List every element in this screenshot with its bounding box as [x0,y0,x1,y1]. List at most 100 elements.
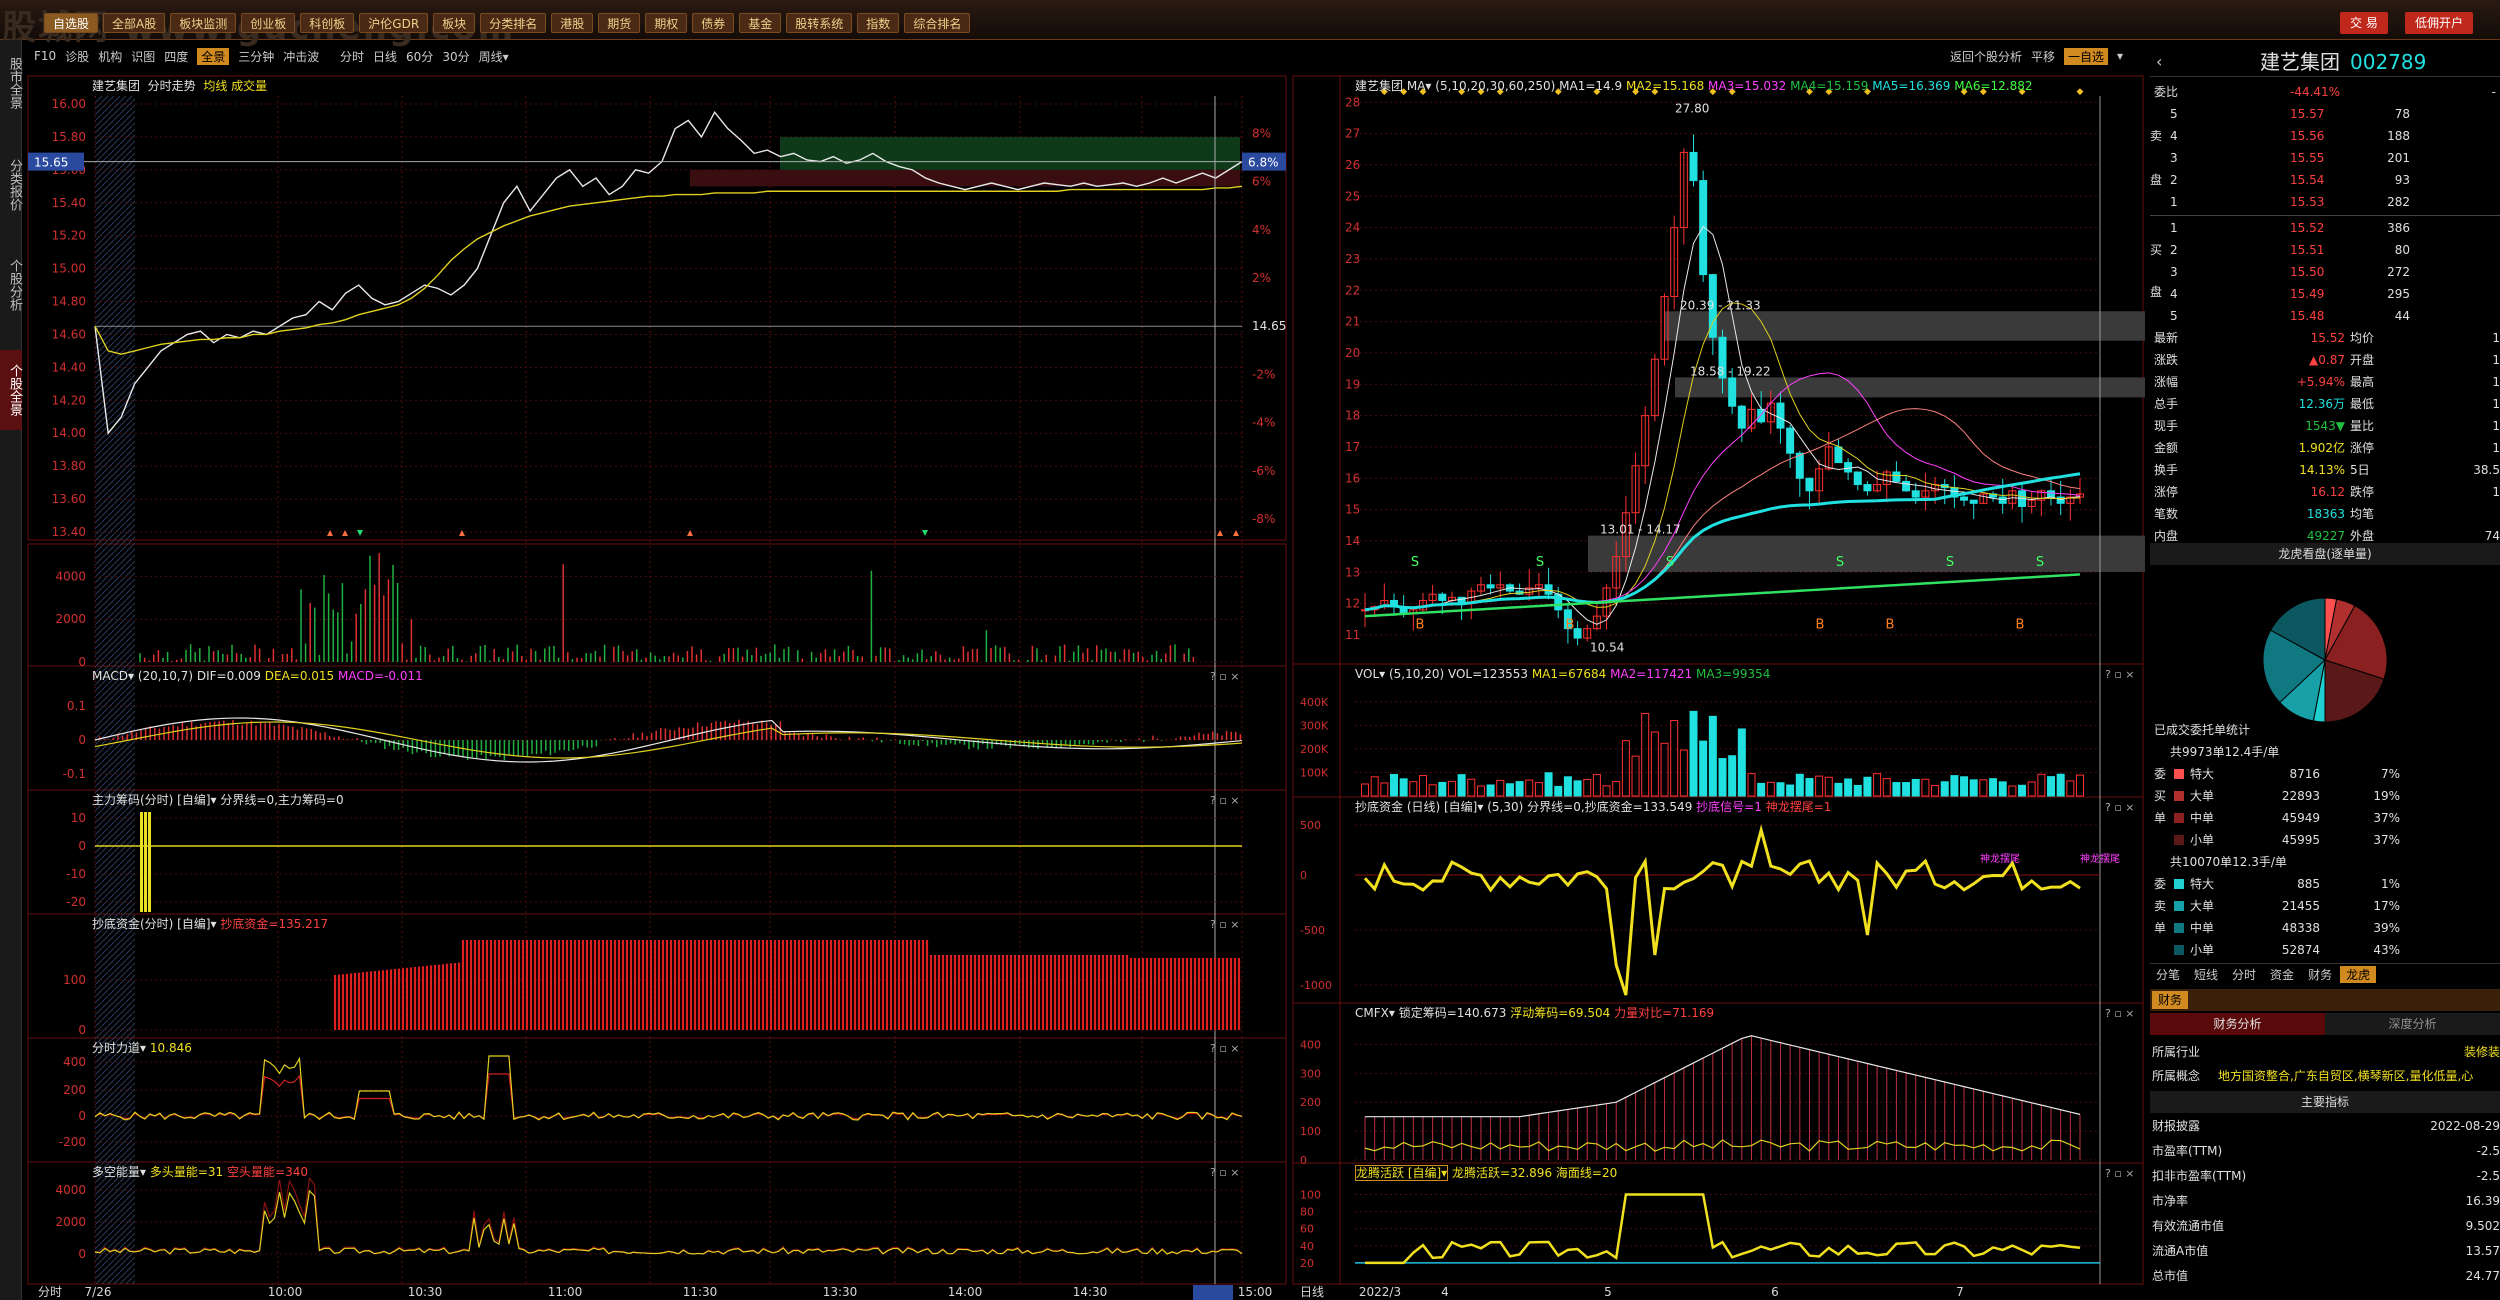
side-label: 委 [2150,873,2500,895]
buy-signal-mark: B [1566,618,1575,633]
quote-bottom-tab[interactable]: 资金 [2264,966,2300,983]
vol-daily-bar [1660,742,1669,797]
cdzj-title: 抄底资金(分时) [自编]▾ 抄底资金=135.217 [92,917,329,931]
pct-tick: 4% [1252,223,1271,237]
vol-daily-bar [2076,774,2084,797]
cdzj-tick: 0 [78,1023,86,1037]
daily-y-tick: 20 [1345,346,1360,360]
time-label: 15:00 [1238,1285,1273,1299]
quote-bottom-tab[interactable]: 龙虎 [2340,966,2377,983]
vol-daily-bar [2037,773,2046,797]
quote-bottom-tab[interactable]: 财务 [2302,966,2338,983]
daily-x-label: 日线 [1300,1285,1324,1299]
daily-x-label: 2022/3 [1359,1285,1401,1299]
quote-cell: 1.902亿 [2298,441,2345,455]
daily-x-label: 4 [1441,1285,1449,1299]
candle-body [1998,496,2007,504]
quote-bottom-tab[interactable]: 分时 [2226,966,2262,983]
price-tick: 16.00 [52,97,86,111]
quote-cell: 1 [2170,195,2178,209]
macd-tick: 0 [78,733,86,747]
daily-y-tick: 22 [1345,283,1360,297]
candle-body [1573,628,1582,639]
price-tick: 14.20 [52,393,86,407]
quote-cell: 18363 [2306,507,2345,521]
quote-cell: 开盘 [2350,353,2375,367]
vol-daily-bar [1873,773,1882,797]
quote-cell: 最低 [2350,397,2375,411]
quote-cell: 1 [2492,441,2500,455]
daily-y-tick: 16 [1345,471,1360,485]
vol-daily-bar [1969,779,1978,797]
daily-y-tick: 15 [1345,503,1360,517]
vol-tick: 4000 [55,569,86,583]
quote-cell: 1 [2492,331,2500,345]
price-tick: 14.40 [52,360,86,374]
quote-cell: 15.57 [2290,107,2325,121]
price-tick: 15.00 [52,262,86,276]
candle-body [1776,402,1785,429]
buy-signal-mark: B [2016,618,2025,633]
signal-down-marker [357,530,363,536]
vol-daily-bar [1670,719,1679,797]
zljm-bar [140,812,143,912]
open-account-button[interactable]: 低佣开户 [2405,12,2474,34]
current-pct-label: 6.8% [1248,156,1279,170]
fin-row: 扣非市盈率(TTM) -2.5 [2150,1165,2500,1187]
dknl-title: 多空能量▾ 多头量能=31 空头量能=340 [92,1165,308,1179]
quote-bottom-tab[interactable]: 分笔 [2150,966,2186,983]
sell-signal-mark: S [1946,555,1954,570]
side-label: 卖 [2150,125,2500,147]
candle-body [1960,496,1969,501]
stat-row: 金额 1.902亿 涨停 1 [2150,437,2500,459]
vol-daily-bar [1834,782,1843,797]
side-label: 盘 [2150,281,2500,303]
quote-bottom-tab[interactable]: 短线 [2188,966,2224,983]
deep-analysis-tab[interactable]: 深度分析 [2325,1013,2500,1035]
candle-body [2047,490,2056,498]
vol-daily-bar [1989,778,1998,797]
candle-body [1438,593,1447,601]
price-tick: 15.80 [52,130,86,144]
quote-cell: 盘 [2150,285,2163,299]
candle-body [1786,427,1795,454]
concept-row: 所属概念 地方国资整合,广东自贸区,横琴新区,量化低量,心 [2152,1069,2474,1083]
quote-cell: -2.5 [2476,1144,2500,1158]
quote-cell: 1543▼ [2305,419,2345,433]
cmfx-tick: 300 [1300,1067,1321,1080]
cmfx-tick: 100 [1300,1125,1321,1138]
vol-daily-bar [1737,728,1746,797]
fsld-tick: 400 [63,1055,86,1069]
panel-controls-icon: ? ▫ × [2105,1167,2135,1180]
industry-row: 所属行业 装修装 [2152,1045,2500,1059]
vol-daily-bar [1795,773,1804,797]
quote-cell: 37% [2373,833,2400,847]
vol-daily-bar [1476,785,1485,797]
vol-daily-bar [2018,784,2027,797]
lthy-tick: 80 [1300,1206,1314,1219]
candle-body [1805,477,1814,492]
stat-row: 内盘 49227 外盘 74 [2150,525,2500,547]
daily-y-tick: 21 [1345,315,1360,329]
back-chevron-icon[interactable]: ‹ [2156,47,2162,77]
vol-daily-bar [1505,783,1514,797]
lthy-line [1365,1193,2081,1265]
vol-daily-tick: 200K [1300,743,1329,756]
lthy-tick: 20 [1300,1257,1314,1270]
daily-annotation: 18.58 - 19.22 [1690,364,1771,378]
signal-up-marker [1233,530,1239,536]
quote-cell: 总手 [2154,397,2179,411]
fin-analysis-tab[interactable]: 财务分析 [2150,1013,2325,1035]
vol-daily-bar [2047,776,2056,797]
fin-tab[interactable]: 财务 [2152,991,2189,1009]
vol-daily-bar [1960,776,1969,797]
vol-daily-bar [1679,749,1688,797]
cdzj-daily-tick: 500 [1300,819,1321,832]
signal-up-marker [327,530,333,536]
trade-button[interactable]: 交 易 [2340,12,2388,34]
fin-row: 总市值 24.77 [2150,1265,2500,1287]
quote-cell: 均笔 [2350,507,2375,521]
candle-body [1737,405,1746,429]
candle-body [1699,180,1708,276]
vol-daily-bar [1583,778,1592,797]
